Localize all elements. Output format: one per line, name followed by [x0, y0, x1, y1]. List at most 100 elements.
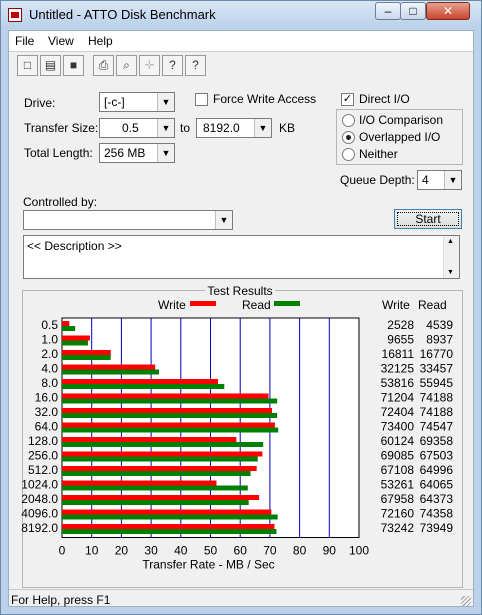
- x-tick-label: 0: [59, 544, 66, 558]
- io-comparison-label: I/O Comparison: [359, 113, 444, 127]
- read-bar: [62, 442, 264, 447]
- new-document-icon[interactable]: □: [17, 55, 38, 76]
- description-box[interactable]: << Description >> ▲ ▼: [23, 235, 460, 279]
- total-length-value: 256 MB: [104, 146, 146, 160]
- y-category-label: 8.0: [41, 376, 58, 390]
- chevron-down-icon[interactable]: ▼: [157, 119, 174, 137]
- read-value: 64373: [420, 492, 454, 506]
- read-value: 4539: [426, 318, 453, 332]
- chevron-down-icon[interactable]: ▼: [254, 119, 271, 137]
- write-bar: [62, 350, 111, 355]
- read-value: 55945: [420, 376, 454, 390]
- start-button-label: Start: [415, 212, 441, 226]
- x-tick-label: 30: [144, 544, 158, 558]
- chevron-down-icon[interactable]: ▼: [157, 144, 174, 162]
- chevron-down-icon[interactable]: ▼: [215, 211, 232, 229]
- x-tick-label: 100: [349, 544, 369, 558]
- y-category-label: 64.0: [35, 420, 59, 434]
- move-icon[interactable]: ✛: [139, 55, 160, 76]
- io-comparison-radio[interactable]: [342, 114, 355, 127]
- total-length-label: Total Length:: [24, 146, 93, 160]
- y-category-label: 32.0: [35, 405, 59, 419]
- transfer-from-value: 0.5: [122, 121, 139, 135]
- x-tick-label: 20: [115, 544, 129, 558]
- write-value: 9655: [387, 333, 414, 347]
- read-value: 74547: [420, 420, 454, 434]
- overlapped-io-radio[interactable]: [342, 131, 355, 144]
- resize-grip-icon[interactable]: [461, 596, 471, 606]
- read-value: 74188: [420, 391, 454, 405]
- write-value: 73242: [381, 521, 415, 535]
- legend-write-swatch: [190, 301, 216, 306]
- transfer-to-label: to: [180, 121, 191, 135]
- scroll-down-icon[interactable]: ▼: [447, 269, 454, 276]
- controlled-by-label: Controlled by:: [23, 195, 98, 209]
- chevron-down-icon[interactable]: ▼: [444, 171, 461, 189]
- description-scrollbar[interactable]: ▲ ▼: [443, 236, 459, 278]
- write-value: 2528: [387, 318, 414, 332]
- app-window: Untitled - ATTO Disk Benchmark – □ ✕ Fil…: [0, 0, 482, 615]
- queue-depth-select[interactable]: 4 ▼: [417, 170, 462, 190]
- scroll-up-icon[interactable]: ▲: [447, 238, 454, 245]
- read-value: 64996: [420, 463, 454, 477]
- write-bar: [62, 321, 70, 326]
- read-bar: [62, 427, 279, 433]
- write-value: 53816: [381, 376, 415, 390]
- transfer-to-value: 8192.0: [203, 121, 240, 135]
- drive-label: Drive:: [24, 96, 56, 110]
- write-bar: [62, 379, 219, 384]
- x-axis-label: Transfer Rate - MB / Sec: [142, 558, 274, 572]
- title-bar[interactable]: Untitled - ATTO Disk Benchmark – □ ✕: [1, 1, 481, 29]
- menu-help[interactable]: Help: [88, 34, 113, 48]
- chevron-down-icon[interactable]: ▼: [157, 93, 174, 111]
- y-category-label: 4096.0: [21, 507, 58, 521]
- read-bar: [62, 384, 225, 389]
- menu-bar: File View Help: [9, 31, 473, 52]
- start-button[interactable]: Start: [394, 209, 462, 229]
- read-value: 16770: [420, 347, 454, 361]
- neither-radio[interactable]: [342, 148, 355, 161]
- read-value: 67503: [420, 449, 454, 463]
- x-tick-label: 10: [85, 544, 99, 558]
- description-text: << Description >>: [27, 239, 122, 253]
- read-value: 33457: [420, 362, 454, 376]
- controlled-by-select[interactable]: ▼: [23, 210, 233, 230]
- menu-view[interactable]: View: [48, 34, 74, 48]
- drive-select[interactable]: [-c-] ▼: [99, 92, 175, 112]
- write-value: 73400: [381, 420, 415, 434]
- force-write-checkbox[interactable]: [195, 93, 208, 106]
- read-bar: [62, 413, 278, 418]
- write-value: 60124: [381, 434, 415, 448]
- menu-file[interactable]: File: [15, 34, 34, 48]
- legend-read-label: Read: [242, 298, 271, 312]
- read-value: 64065: [420, 478, 454, 492]
- write-value: 72160: [381, 507, 415, 521]
- x-tick-label: 60: [234, 544, 248, 558]
- direct-io-label: Direct I/O: [359, 92, 410, 106]
- status-text: For Help, press F1: [11, 593, 111, 607]
- write-bar: [62, 437, 237, 442]
- help-icon[interactable]: ?: [162, 55, 183, 76]
- maximize-button[interactable]: □: [400, 2, 426, 20]
- y-category-label: 0.5: [41, 318, 58, 332]
- transfer-from-select[interactable]: 0.5 ▼: [99, 118, 175, 138]
- column-write-header: Write: [382, 298, 410, 312]
- read-value: 74358: [420, 507, 454, 521]
- y-category-label: 512.0: [28, 463, 58, 477]
- direct-io-checkbox[interactable]: ✓: [341, 93, 354, 106]
- save-icon[interactable]: ■: [63, 55, 84, 76]
- print-icon[interactable]: ⎙: [93, 55, 114, 76]
- minimize-button[interactable]: –: [375, 2, 401, 20]
- results-title: Test Results: [207, 284, 272, 298]
- close-button[interactable]: ✕: [426, 2, 470, 20]
- read-bar: [62, 340, 88, 346]
- client-area: File View Help □ ▤ ■ ⎙ ⌕ ✛ ? ? Drive: [-…: [8, 30, 474, 607]
- total-length-select[interactable]: 256 MB ▼: [99, 143, 175, 163]
- write-value: 67108: [381, 463, 415, 477]
- open-folder-icon[interactable]: ▤: [40, 55, 61, 76]
- transfer-to-select[interactable]: 8192.0 ▼: [196, 118, 272, 138]
- print-preview-icon[interactable]: ⌕: [116, 55, 137, 76]
- write-bar: [62, 408, 273, 413]
- read-bar: [62, 369, 160, 375]
- context-help-icon[interactable]: ?: [185, 55, 206, 76]
